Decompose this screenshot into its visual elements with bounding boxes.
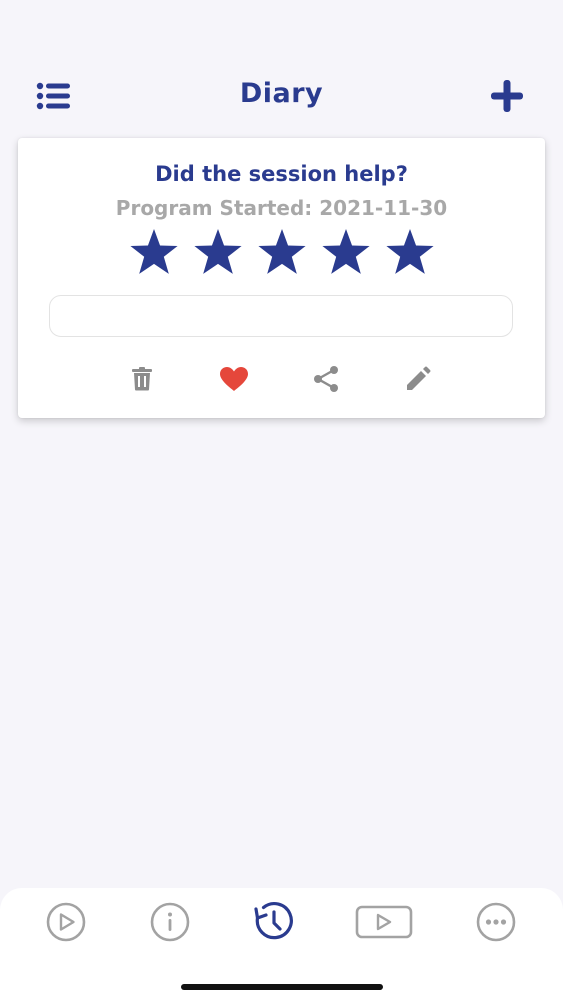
pencil-icon xyxy=(407,366,431,390)
edit-button[interactable] xyxy=(402,364,434,394)
star-icon[interactable] xyxy=(384,228,436,276)
share-button[interactable] xyxy=(310,364,342,394)
add-entry-button[interactable] xyxy=(487,76,527,116)
star-icon[interactable] xyxy=(256,228,308,276)
delete-button[interactable] xyxy=(126,364,158,394)
tab-player[interactable] xyxy=(34,902,98,942)
info-circle-icon xyxy=(150,902,190,942)
program-started-date: Program Started: 2021-11-30 xyxy=(115,196,448,220)
home-indicator xyxy=(181,984,383,990)
history-icon xyxy=(254,902,293,940)
favorite-button[interactable] xyxy=(218,364,250,394)
trash-icon xyxy=(132,367,152,391)
tab-more[interactable] xyxy=(464,902,528,942)
note-input[interactable] xyxy=(49,295,513,337)
entry-question: Did the session help? xyxy=(155,162,408,186)
more-circle-icon xyxy=(476,902,516,942)
tab-videos[interactable] xyxy=(352,902,416,942)
diary-entry-card: Did the session help? Program Started: 2… xyxy=(18,138,545,418)
share-icon xyxy=(314,366,338,392)
play-circle-icon xyxy=(46,902,86,942)
plus-icon xyxy=(491,80,523,112)
tab-info[interactable] xyxy=(138,902,202,942)
video-play-icon xyxy=(355,905,413,939)
heart-icon xyxy=(220,367,248,391)
tab-diary-history[interactable] xyxy=(242,902,306,942)
star-icon[interactable] xyxy=(320,228,372,276)
page-title: Diary xyxy=(239,78,324,109)
star-rating xyxy=(18,228,545,276)
entry-actions xyxy=(18,364,545,394)
top-bar: Diary xyxy=(0,70,563,122)
bottom-tab-bar xyxy=(0,888,563,1000)
star-icon[interactable] xyxy=(192,228,244,276)
star-icon[interactable] xyxy=(128,228,180,276)
